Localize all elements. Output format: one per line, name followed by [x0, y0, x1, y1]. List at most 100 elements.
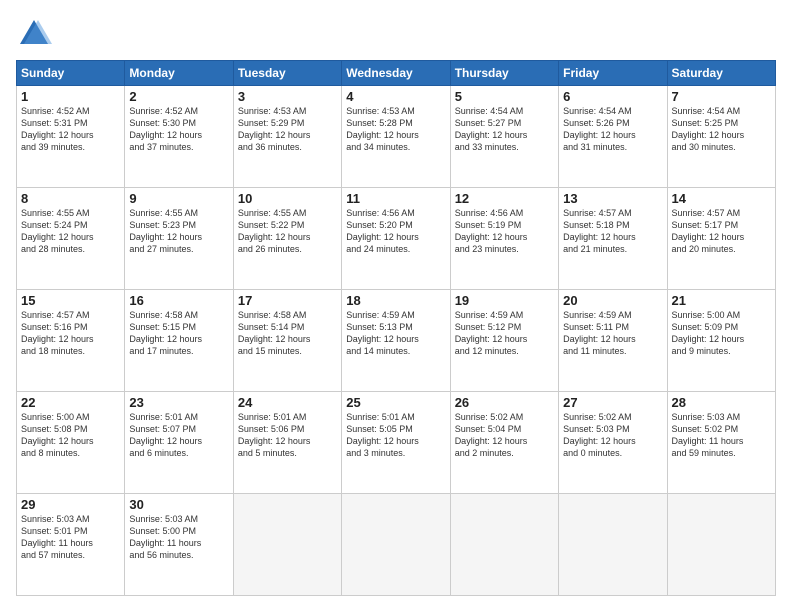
day-number: 22 — [21, 395, 120, 410]
calendar-cell: 29Sunrise: 5:03 AM Sunset: 5:01 PM Dayli… — [17, 494, 125, 596]
day-number: 3 — [238, 89, 337, 104]
logo — [16, 16, 56, 52]
col-sunday: Sunday — [17, 61, 125, 86]
calendar-cell: 14Sunrise: 4:57 AM Sunset: 5:17 PM Dayli… — [667, 188, 775, 290]
cell-info: Sunrise: 4:57 AM Sunset: 5:18 PM Dayligh… — [563, 207, 662, 256]
day-number: 14 — [672, 191, 771, 206]
logo-icon — [16, 16, 52, 52]
calendar-table: Sunday Monday Tuesday Wednesday Thursday… — [16, 60, 776, 596]
cell-info: Sunrise: 5:00 AM Sunset: 5:09 PM Dayligh… — [672, 309, 771, 358]
day-number: 18 — [346, 293, 445, 308]
cell-info: Sunrise: 4:58 AM Sunset: 5:15 PM Dayligh… — [129, 309, 228, 358]
calendar-cell: 26Sunrise: 5:02 AM Sunset: 5:04 PM Dayli… — [450, 392, 558, 494]
calendar-cell: 7Sunrise: 4:54 AM Sunset: 5:25 PM Daylig… — [667, 86, 775, 188]
calendar-cell: 5Sunrise: 4:54 AM Sunset: 5:27 PM Daylig… — [450, 86, 558, 188]
day-number: 17 — [238, 293, 337, 308]
calendar-cell: 16Sunrise: 4:58 AM Sunset: 5:15 PM Dayli… — [125, 290, 233, 392]
cell-info: Sunrise: 4:56 AM Sunset: 5:20 PM Dayligh… — [346, 207, 445, 256]
col-tuesday: Tuesday — [233, 61, 341, 86]
day-number: 16 — [129, 293, 228, 308]
day-number: 26 — [455, 395, 554, 410]
calendar-cell — [233, 494, 341, 596]
calendar-cell: 1Sunrise: 4:52 AM Sunset: 5:31 PM Daylig… — [17, 86, 125, 188]
calendar-cell — [667, 494, 775, 596]
week-row-1: 1Sunrise: 4:52 AM Sunset: 5:31 PM Daylig… — [17, 86, 776, 188]
calendar-cell: 9Sunrise: 4:55 AM Sunset: 5:23 PM Daylig… — [125, 188, 233, 290]
cell-info: Sunrise: 4:54 AM Sunset: 5:27 PM Dayligh… — [455, 105, 554, 154]
calendar-body: 1Sunrise: 4:52 AM Sunset: 5:31 PM Daylig… — [17, 86, 776, 596]
day-number: 4 — [346, 89, 445, 104]
col-monday: Monday — [125, 61, 233, 86]
header-row: Sunday Monday Tuesday Wednesday Thursday… — [17, 61, 776, 86]
calendar-cell: 18Sunrise: 4:59 AM Sunset: 5:13 PM Dayli… — [342, 290, 450, 392]
day-number: 19 — [455, 293, 554, 308]
week-row-4: 22Sunrise: 5:00 AM Sunset: 5:08 PM Dayli… — [17, 392, 776, 494]
day-number: 2 — [129, 89, 228, 104]
day-number: 28 — [672, 395, 771, 410]
calendar-cell: 30Sunrise: 5:03 AM Sunset: 5:00 PM Dayli… — [125, 494, 233, 596]
day-number: 23 — [129, 395, 228, 410]
cell-info: Sunrise: 5:02 AM Sunset: 5:03 PM Dayligh… — [563, 411, 662, 460]
cell-info: Sunrise: 4:59 AM Sunset: 5:11 PM Dayligh… — [563, 309, 662, 358]
calendar-header: Sunday Monday Tuesday Wednesday Thursday… — [17, 61, 776, 86]
cell-info: Sunrise: 4:53 AM Sunset: 5:29 PM Dayligh… — [238, 105, 337, 154]
week-row-2: 8Sunrise: 4:55 AM Sunset: 5:24 PM Daylig… — [17, 188, 776, 290]
day-number: 20 — [563, 293, 662, 308]
day-number: 21 — [672, 293, 771, 308]
calendar-cell: 17Sunrise: 4:58 AM Sunset: 5:14 PM Dayli… — [233, 290, 341, 392]
cell-info: Sunrise: 5:01 AM Sunset: 5:07 PM Dayligh… — [129, 411, 228, 460]
calendar-cell: 8Sunrise: 4:55 AM Sunset: 5:24 PM Daylig… — [17, 188, 125, 290]
day-number: 15 — [21, 293, 120, 308]
day-number: 13 — [563, 191, 662, 206]
day-number: 24 — [238, 395, 337, 410]
calendar-cell: 11Sunrise: 4:56 AM Sunset: 5:20 PM Dayli… — [342, 188, 450, 290]
day-number: 30 — [129, 497, 228, 512]
day-number: 27 — [563, 395, 662, 410]
calendar-cell: 20Sunrise: 4:59 AM Sunset: 5:11 PM Dayli… — [559, 290, 667, 392]
cell-info: Sunrise: 5:03 AM Sunset: 5:01 PM Dayligh… — [21, 513, 120, 562]
day-number: 10 — [238, 191, 337, 206]
cell-info: Sunrise: 4:55 AM Sunset: 5:22 PM Dayligh… — [238, 207, 337, 256]
day-number: 11 — [346, 191, 445, 206]
day-number: 25 — [346, 395, 445, 410]
calendar-cell: 12Sunrise: 4:56 AM Sunset: 5:19 PM Dayli… — [450, 188, 558, 290]
day-number: 5 — [455, 89, 554, 104]
cell-info: Sunrise: 5:01 AM Sunset: 5:05 PM Dayligh… — [346, 411, 445, 460]
cell-info: Sunrise: 4:59 AM Sunset: 5:13 PM Dayligh… — [346, 309, 445, 358]
calendar-cell: 10Sunrise: 4:55 AM Sunset: 5:22 PM Dayli… — [233, 188, 341, 290]
cell-info: Sunrise: 5:01 AM Sunset: 5:06 PM Dayligh… — [238, 411, 337, 460]
calendar-cell: 13Sunrise: 4:57 AM Sunset: 5:18 PM Dayli… — [559, 188, 667, 290]
col-wednesday: Wednesday — [342, 61, 450, 86]
col-saturday: Saturday — [667, 61, 775, 86]
cell-info: Sunrise: 4:55 AM Sunset: 5:24 PM Dayligh… — [21, 207, 120, 256]
day-number: 7 — [672, 89, 771, 104]
header — [16, 16, 776, 52]
col-friday: Friday — [559, 61, 667, 86]
cell-info: Sunrise: 5:00 AM Sunset: 5:08 PM Dayligh… — [21, 411, 120, 460]
cell-info: Sunrise: 4:52 AM Sunset: 5:30 PM Dayligh… — [129, 105, 228, 154]
cell-info: Sunrise: 4:54 AM Sunset: 5:25 PM Dayligh… — [672, 105, 771, 154]
cell-info: Sunrise: 4:53 AM Sunset: 5:28 PM Dayligh… — [346, 105, 445, 154]
calendar-cell: 27Sunrise: 5:02 AM Sunset: 5:03 PM Dayli… — [559, 392, 667, 494]
calendar-cell: 21Sunrise: 5:00 AM Sunset: 5:09 PM Dayli… — [667, 290, 775, 392]
day-number: 8 — [21, 191, 120, 206]
cell-info: Sunrise: 4:55 AM Sunset: 5:23 PM Dayligh… — [129, 207, 228, 256]
cell-info: Sunrise: 4:52 AM Sunset: 5:31 PM Dayligh… — [21, 105, 120, 154]
calendar-cell: 3Sunrise: 4:53 AM Sunset: 5:29 PM Daylig… — [233, 86, 341, 188]
day-number: 1 — [21, 89, 120, 104]
cell-info: Sunrise: 5:02 AM Sunset: 5:04 PM Dayligh… — [455, 411, 554, 460]
calendar-cell — [450, 494, 558, 596]
calendar-cell: 22Sunrise: 5:00 AM Sunset: 5:08 PM Dayli… — [17, 392, 125, 494]
day-number: 12 — [455, 191, 554, 206]
calendar-cell: 4Sunrise: 4:53 AM Sunset: 5:28 PM Daylig… — [342, 86, 450, 188]
calendar-cell — [342, 494, 450, 596]
cell-info: Sunrise: 4:58 AM Sunset: 5:14 PM Dayligh… — [238, 309, 337, 358]
week-row-5: 29Sunrise: 5:03 AM Sunset: 5:01 PM Dayli… — [17, 494, 776, 596]
cell-info: Sunrise: 4:57 AM Sunset: 5:17 PM Dayligh… — [672, 207, 771, 256]
calendar-cell: 23Sunrise: 5:01 AM Sunset: 5:07 PM Dayli… — [125, 392, 233, 494]
cell-info: Sunrise: 4:59 AM Sunset: 5:12 PM Dayligh… — [455, 309, 554, 358]
calendar-cell: 25Sunrise: 5:01 AM Sunset: 5:05 PM Dayli… — [342, 392, 450, 494]
week-row-3: 15Sunrise: 4:57 AM Sunset: 5:16 PM Dayli… — [17, 290, 776, 392]
day-number: 29 — [21, 497, 120, 512]
cell-info: Sunrise: 4:54 AM Sunset: 5:26 PM Dayligh… — [563, 105, 662, 154]
